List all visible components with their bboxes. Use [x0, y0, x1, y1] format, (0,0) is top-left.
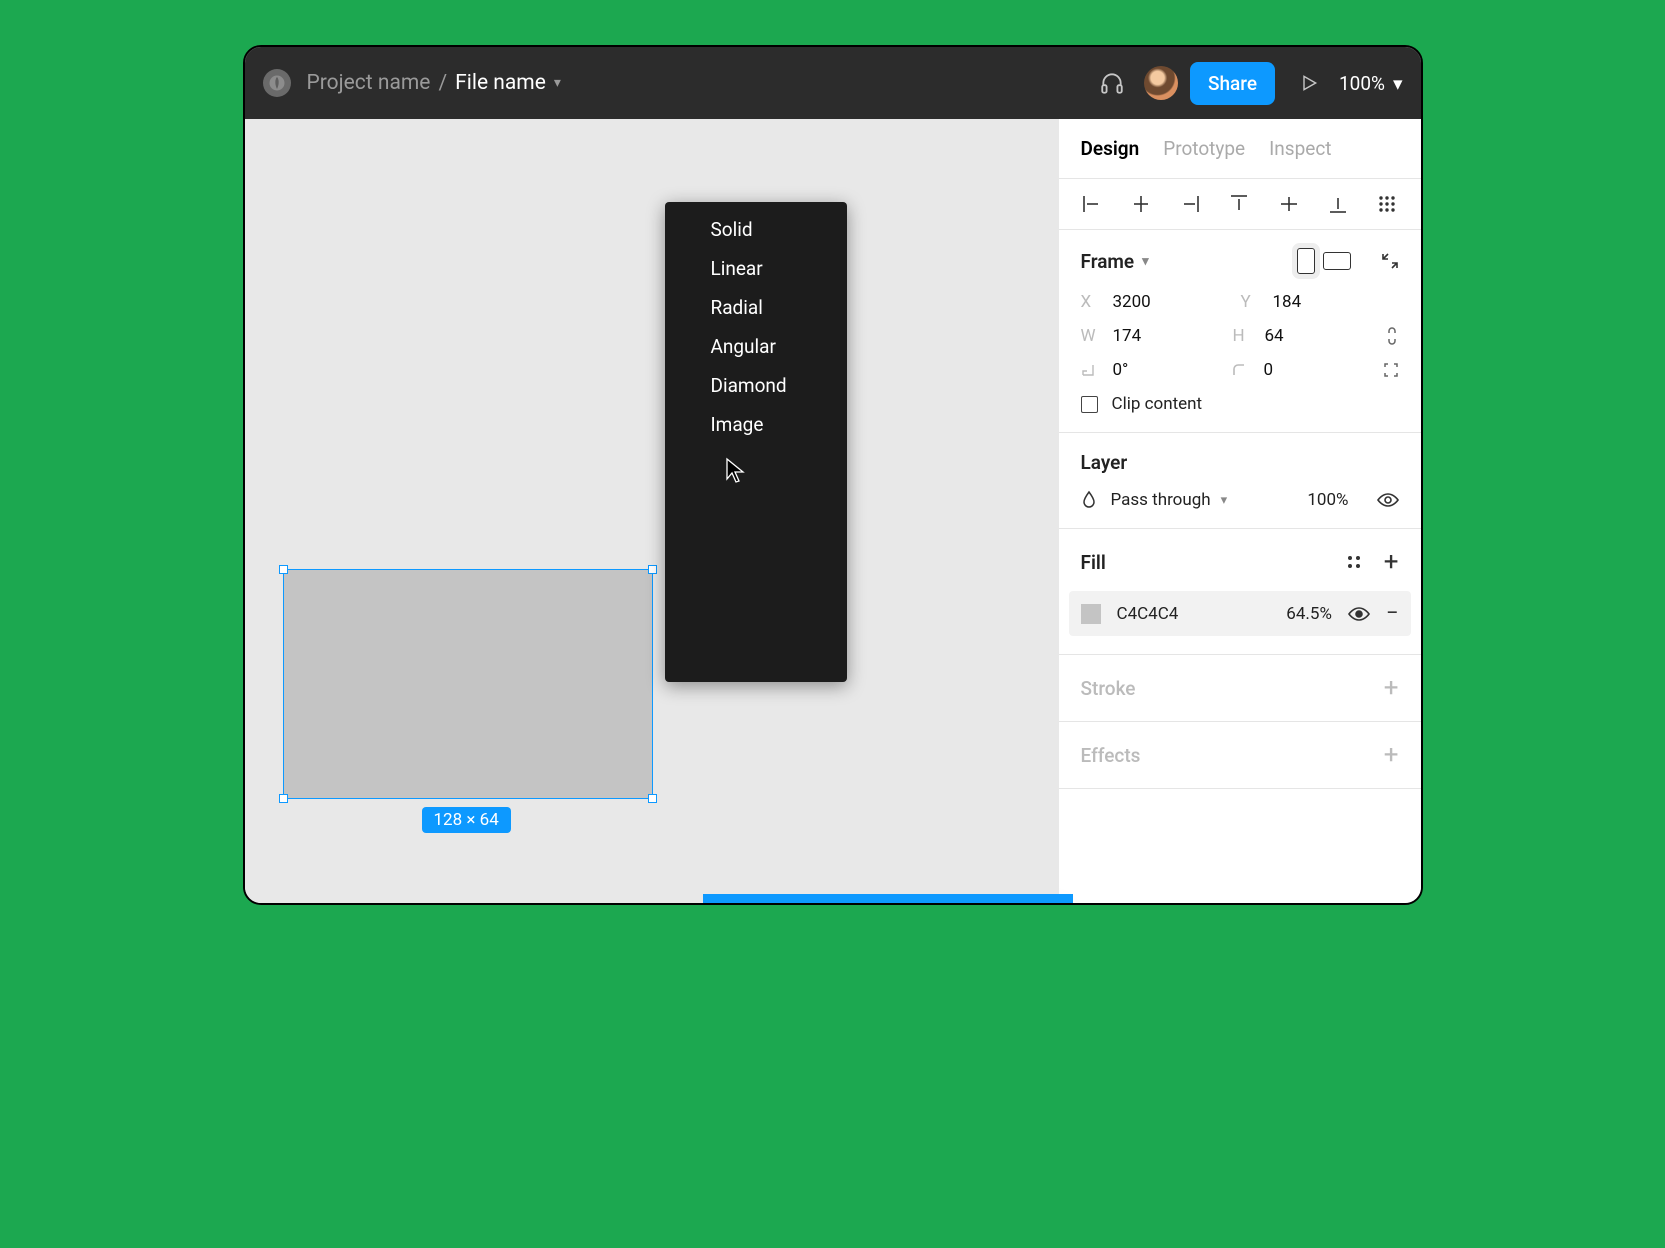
- link-constrain-icon[interactable]: [1385, 326, 1399, 346]
- fill-row[interactable]: C4C4C4 64.5% −: [1069, 591, 1411, 636]
- frame-label[interactable]: Frame: [1081, 250, 1135, 273]
- rotation-field[interactable]: 0°: [1113, 360, 1129, 380]
- resize-handle[interactable]: [648, 794, 657, 803]
- app-logo-icon[interactable]: [263, 69, 291, 97]
- add-fill-button[interactable]: +: [1384, 547, 1399, 577]
- align-controls: [1059, 179, 1421, 230]
- stroke-section[interactable]: Stroke +: [1059, 655, 1421, 722]
- app-window: Project name / File name ▾ Share 100% ▾ …: [243, 45, 1423, 905]
- distribute-icon[interactable]: [1376, 193, 1398, 215]
- x-field[interactable]: 3200: [1113, 292, 1151, 312]
- chevron-down-icon[interactable]: ▾: [1142, 254, 1149, 269]
- avatar[interactable]: [1144, 66, 1178, 100]
- resize-to-fit-icon[interactable]: [1381, 252, 1399, 270]
- tab-prototype[interactable]: Prototype: [1163, 137, 1245, 160]
- align-bottom-icon[interactable]: [1327, 193, 1349, 215]
- cursor-icon: [725, 457, 745, 483]
- clip-content-checkbox[interactable]: [1081, 396, 1098, 413]
- align-top-icon[interactable]: [1228, 193, 1250, 215]
- w-field[interactable]: 174: [1113, 326, 1142, 346]
- blend-drop-icon[interactable]: [1081, 490, 1097, 510]
- share-button[interactable]: Share: [1190, 62, 1275, 105]
- resize-handle[interactable]: [279, 794, 288, 803]
- tab-design[interactable]: Design: [1081, 137, 1140, 160]
- layer-section: Layer Pass through▾ 100%: [1059, 433, 1421, 529]
- remove-fill-button[interactable]: −: [1386, 601, 1399, 626]
- properties-panel: Design Prototype Inspect Frame ▾: [1059, 119, 1421, 903]
- zoom-control[interactable]: 100% ▾: [1339, 72, 1403, 95]
- add-stroke-button[interactable]: +: [1384, 673, 1399, 703]
- orientation-portrait-button[interactable]: [1297, 248, 1315, 274]
- fill-opacity[interactable]: 64.5%: [1286, 604, 1332, 624]
- align-hcenter-icon[interactable]: [1130, 193, 1152, 215]
- visibility-icon[interactable]: [1377, 492, 1399, 508]
- chevron-down-icon[interactable]: ▾: [554, 75, 561, 91]
- blend-mode-select[interactable]: Pass through▾: [1111, 490, 1294, 510]
- radius-field[interactable]: 0: [1264, 360, 1274, 380]
- canvas[interactable]: 128 × 64: [245, 119, 1059, 903]
- visibility-icon[interactable]: [1348, 606, 1370, 622]
- breadcrumb[interactable]: Project name / File name ▾: [307, 71, 561, 95]
- align-right-icon[interactable]: [1179, 193, 1201, 215]
- fill-type-option-radial[interactable]: Radial: [665, 288, 847, 327]
- orientation-landscape-button[interactable]: [1323, 252, 1351, 270]
- headphones-icon[interactable]: [1092, 63, 1132, 103]
- opacity-field[interactable]: 100%: [1307, 490, 1348, 510]
- fill-type-dropdown: SolidLinearRadialAngularDiamondImageVide…: [665, 202, 847, 682]
- breadcrumb-file[interactable]: File name: [455, 71, 546, 95]
- align-left-icon[interactable]: [1081, 193, 1103, 215]
- play-icon[interactable]: [1289, 63, 1329, 103]
- align-vcenter-icon[interactable]: [1278, 193, 1300, 215]
- fill-hex[interactable]: C4C4C4: [1117, 604, 1179, 624]
- add-effect-button[interactable]: +: [1384, 740, 1399, 770]
- tab-inspect[interactable]: Inspect: [1269, 137, 1331, 160]
- y-field[interactable]: 184: [1273, 292, 1302, 312]
- fill-library-icon[interactable]: [1346, 554, 1362, 570]
- fill-type-option-linear[interactable]: Linear: [665, 249, 847, 288]
- h-field[interactable]: 64: [1265, 326, 1284, 346]
- resize-handle[interactable]: [279, 565, 288, 574]
- fill-type-option-angular[interactable]: Angular: [665, 327, 847, 366]
- fill-type-option-diamond[interactable]: Diamond: [665, 366, 847, 405]
- effects-section[interactable]: Effects +: [1059, 722, 1421, 789]
- fill-type-option-solid[interactable]: Solid: [665, 210, 847, 249]
- clip-content-label: Clip content: [1112, 394, 1203, 414]
- chevron-down-icon: ▾: [1393, 72, 1403, 95]
- frame-section: Frame▾ X3200 Y184 W174 H64 0° 0: [1059, 230, 1421, 433]
- corner-radius-icon: [1232, 363, 1250, 377]
- independent-corners-icon[interactable]: [1383, 362, 1399, 378]
- fill-type-option-video[interactable]: Video✓: [703, 894, 1073, 905]
- toolbar: Project name / File name ▾ Share 100% ▾: [245, 47, 1421, 119]
- rotate-icon: [1081, 363, 1099, 377]
- fill-swatch[interactable]: [1081, 604, 1101, 624]
- resize-handle[interactable]: [648, 565, 657, 574]
- fill-type-option-image[interactable]: Image: [665, 405, 847, 444]
- breadcrumb-project[interactable]: Project name: [307, 71, 431, 95]
- selection-size-label: 128 × 64: [422, 807, 511, 833]
- selected-frame[interactable]: [283, 569, 653, 799]
- fill-section: Fill + C4C4C4 64.5% − ✕: [1059, 529, 1421, 655]
